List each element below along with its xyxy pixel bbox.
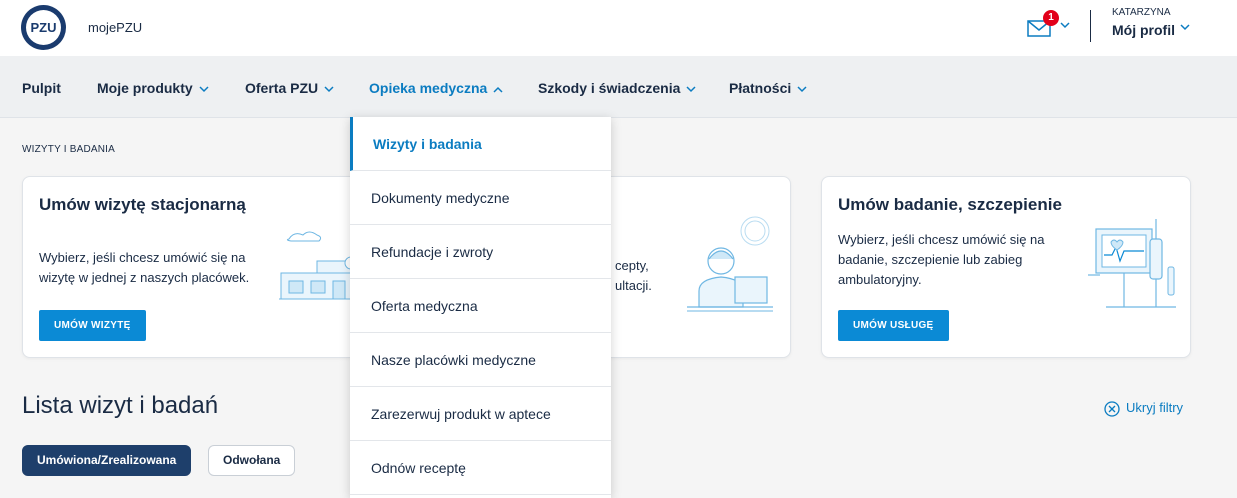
nav-item-pulpit[interactable]: Pulpit bbox=[22, 80, 61, 96]
filter-chip-cancelled[interactable]: Odwołana bbox=[208, 445, 296, 476]
top-header: PZU mojePZU 1 KATARZYNA Mój profil bbox=[0, 0, 1237, 56]
profile-menu[interactable]: Mój profil bbox=[1112, 22, 1175, 38]
chevron-down-icon[interactable] bbox=[1180, 24, 1190, 31]
nav-item-opieka-medyczna[interactable]: Opieka medyczna bbox=[369, 80, 503, 96]
nav-item-szkody[interactable]: Szkody i świadczenia bbox=[538, 80, 696, 96]
user-name: KATARZYNA bbox=[1112, 7, 1171, 18]
book-service-button[interactable]: UMÓW USŁUGĘ bbox=[838, 310, 949, 341]
chevron-down-icon bbox=[199, 86, 209, 92]
dropdown-item-placowki[interactable]: Nasze placówki medyczne bbox=[350, 333, 611, 387]
nav-item-oferta-pzu[interactable]: Oferta PZU bbox=[245, 80, 334, 96]
dropdown-item-recepta[interactable]: Odnów receptę bbox=[350, 441, 611, 495]
medical-monitor-icon bbox=[1088, 219, 1176, 308]
dropdown-item-apteka[interactable]: Zarezerwuj produkt w aptece bbox=[350, 387, 611, 441]
section-title: Lista wizyt i badań bbox=[22, 392, 219, 419]
chevron-down-icon[interactable] bbox=[1060, 22, 1070, 29]
card-description: Wybierz, jeśli chcesz umówić się na wizy… bbox=[39, 250, 250, 285]
hide-filters-link[interactable]: Ukryj filtry bbox=[1104, 400, 1183, 417]
dropdown-item-refundacje[interactable]: Refundacje i zwroty bbox=[350, 225, 611, 279]
chevron-down-icon bbox=[324, 86, 334, 92]
nav-item-moje-produkty[interactable]: Moje produkty bbox=[97, 80, 209, 96]
dropdown-item-wizyty[interactable]: Wizyty i badania bbox=[350, 117, 611, 171]
chevron-down-icon bbox=[797, 86, 807, 92]
filter-chip-scheduled[interactable]: Umówiona/Zrealizowana bbox=[22, 445, 192, 476]
card-visit: Umów wizytę stacjonarną Wybierz, jeśli c… bbox=[22, 176, 377, 358]
card-description: Wybierz, jeśli chcesz umówić się na bada… bbox=[838, 232, 1045, 287]
brand-name: mojePZU bbox=[88, 20, 143, 35]
card-description-fragment: cepty, bbox=[615, 258, 649, 273]
chevron-up-icon bbox=[493, 86, 503, 93]
chevron-down-icon bbox=[686, 86, 696, 92]
header-divider bbox=[1090, 10, 1091, 42]
close-circle-icon bbox=[1104, 400, 1120, 417]
dropdown-item-oferta[interactable]: Oferta medyczna bbox=[350, 279, 611, 333]
pzu-logo[interactable]: PZU bbox=[21, 5, 66, 50]
medical-care-dropdown: Wizyty i badania Dokumenty medyczne Refu… bbox=[350, 117, 611, 498]
dropdown-item-dokumenty[interactable]: Dokumenty medyczne bbox=[350, 171, 611, 225]
card-description-fragment: ultacji. bbox=[615, 278, 652, 293]
card-title: Umów wizytę stacjonarną bbox=[39, 195, 246, 214]
card-examination: Umów badanie, szczepienie Wybierz, jeśli… bbox=[821, 176, 1191, 358]
card-title: Umów badanie, szczepienie bbox=[838, 195, 1062, 214]
book-visit-button[interactable]: UMÓW WIZYTĘ bbox=[39, 310, 146, 341]
breadcrumb: WIZYTY I BADANIA bbox=[22, 144, 116, 155]
mail-badge: 1 bbox=[1043, 10, 1059, 26]
nav-item-platnosci[interactable]: Płatności bbox=[729, 80, 807, 96]
doctor-illustration-icon bbox=[687, 216, 773, 312]
main-nav: Pulpit Moje produkty Oferta PZU Opieka m… bbox=[0, 56, 1237, 118]
